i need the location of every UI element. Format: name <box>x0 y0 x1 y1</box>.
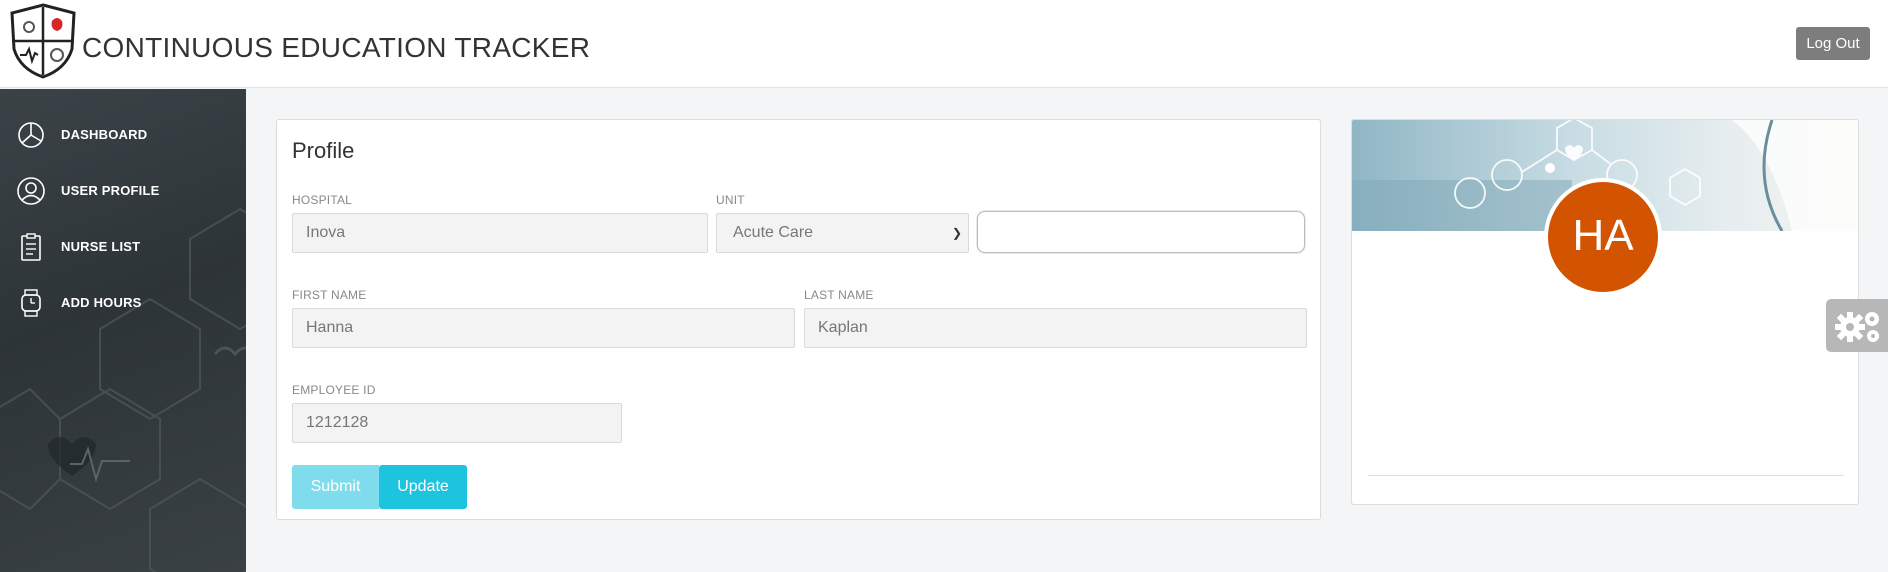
top-header: CONTINUOUS EDUCATION TRACKER Log Out <box>0 0 1888 88</box>
hospital-label: HOSPITAL <box>292 193 353 207</box>
update-button[interactable]: Update <box>379 465 467 509</box>
sidebar-item-label: NURSE LIST <box>61 239 141 254</box>
user-icon <box>17 177 45 205</box>
unit-other-input[interactable] <box>977 211 1305 253</box>
app-title: CONTINUOUS EDUCATION TRACKER <box>82 32 591 63</box>
pie-chart-icon <box>18 122 44 148</box>
last-name-label: LAST NAME <box>804 288 874 302</box>
last-name-field[interactable]: Kaplan <box>804 308 1307 348</box>
first-name-field[interactable]: Hanna <box>292 308 795 348</box>
unit-label: UNIT <box>716 193 745 207</box>
watch-icon <box>21 289 41 317</box>
employee-id-label: EMPLOYEE ID <box>292 383 376 397</box>
avatar: HA <box>1544 178 1662 296</box>
card-title: Profile <box>292 138 355 163</box>
avatar-card: HA <box>1351 119 1859 505</box>
sidebar-item-nurse-list[interactable]: NURSE LIST <box>0 221 246 271</box>
settings-toggle[interactable] <box>1826 299 1888 352</box>
submit-button[interactable]: Submit <box>292 465 379 509</box>
sidebar-item-dashboard[interactable]: DASHBOARD <box>0 109 246 159</box>
first-name-label: FIRST NAME <box>292 288 367 302</box>
sidebar-item-user-profile[interactable]: USER PROFILE <box>0 165 246 215</box>
hospital-field[interactable]: Inova <box>292 213 708 253</box>
sidebar-item-label: ADD HOURS <box>61 295 142 310</box>
unit-select[interactable]: Acute Care ❯ <box>716 213 969 253</box>
employee-id-field[interactable]: 1212128 <box>292 403 622 443</box>
sidebar-item-add-hours[interactable]: ADD HOURS <box>0 277 246 327</box>
profile-card: Profile HOSPITAL Inova UNIT Acute Care ❯… <box>276 119 1321 520</box>
sidebar-item-label: DASHBOARD <box>61 127 148 142</box>
gears-icon <box>1835 312 1879 342</box>
logout-button[interactable]: Log Out <box>1796 27 1870 60</box>
sidebar-medical-background <box>0 207 246 572</box>
sidebar-item-label: USER PROFILE <box>61 183 160 198</box>
unit-select-value: Acute Care <box>733 224 814 241</box>
divider <box>1368 475 1844 476</box>
chevron-down-icon: ❯ <box>951 226 962 240</box>
logo-shield-icon <box>10 3 76 79</box>
sidebar: DASHBOARD USER PROFILE NURSE LIST ADD HO… <box>0 89 246 572</box>
clipboard-icon <box>21 233 41 261</box>
